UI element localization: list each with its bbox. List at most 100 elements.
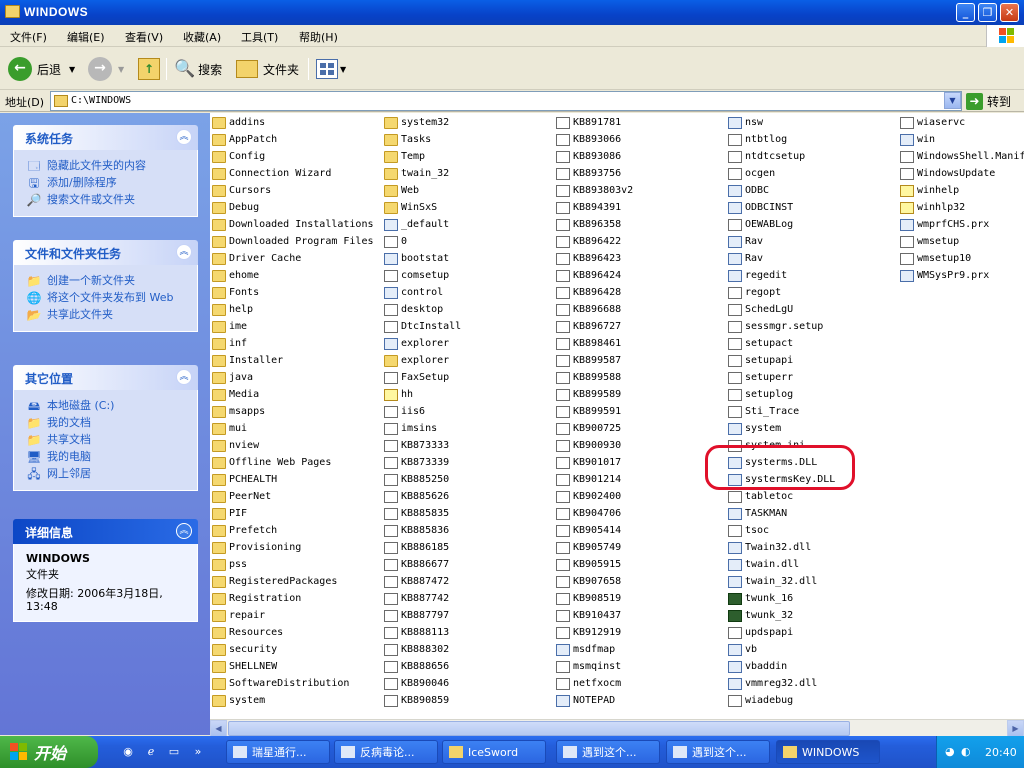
file-item[interactable]: hh <box>384 386 554 403</box>
file-item[interactable]: Debug <box>212 199 382 216</box>
collapse-icon[interactable]: ︽ <box>176 129 192 145</box>
file-item[interactable]: ocgen <box>728 165 898 182</box>
file-item[interactable]: wiadebug <box>728 692 898 709</box>
network-places-link[interactable]: 🖧 网上邻居 <box>26 467 197 481</box>
file-item[interactable]: KB901017 <box>556 454 726 471</box>
file-list[interactable]: addins AppPatch Config Connection Wizard Cur… <box>210 113 1024 719</box>
file-item[interactable]: KB908519 <box>556 590 726 607</box>
file-item[interactable]: Fonts <box>212 284 382 301</box>
file-item[interactable]: inf <box>212 335 382 352</box>
file-item[interactable]: KB888302 <box>384 641 554 658</box>
file-item[interactable]: KB896688 <box>556 301 726 318</box>
taskbar-button[interactable]: 瑞星通行... <box>226 740 330 764</box>
file-item[interactable]: ODBC <box>728 182 898 199</box>
file-item[interactable]: Rav <box>728 250 898 267</box>
file-item[interactable]: KB896428 <box>556 284 726 301</box>
file-item[interactable]: imsins <box>384 420 554 437</box>
file-item[interactable]: Downloaded Installations <box>212 216 382 233</box>
file-item[interactable]: vb <box>728 641 898 658</box>
file-item[interactable]: system32 <box>384 114 554 131</box>
file-item[interactable]: pss <box>212 556 382 573</box>
scroll-right-arrow[interactable]: ▶ <box>1007 720 1024 737</box>
file-item[interactable]: system <box>212 692 382 709</box>
file-item[interactable]: KB905749 <box>556 539 726 556</box>
horizontal-scrollbar[interactable]: ◀ ▶ <box>210 719 1024 737</box>
file-item[interactable]: Offline Web Pages <box>212 454 382 471</box>
file-item[interactable]: Temp <box>384 148 554 165</box>
file-item[interactable]: Rav <box>728 233 898 250</box>
search-button[interactable]: 🔍 搜索 <box>174 56 222 82</box>
file-item[interactable]: KB901214 <box>556 471 726 488</box>
collapse-icon[interactable]: ︽ <box>176 369 192 385</box>
file-item[interactable]: SHELLNEW <box>212 658 382 675</box>
file-item[interactable]: KB893066 <box>556 131 726 148</box>
new-folder-link[interactable]: 📁 创建一个新文件夹 <box>26 274 197 288</box>
back-button[interactable]: ← 后退 ▼ <box>8 56 75 82</box>
file-item[interactable]: Media <box>212 386 382 403</box>
file-item[interactable]: system <box>728 420 898 437</box>
file-item[interactable]: KB886185 <box>384 539 554 556</box>
close-button[interactable]: ✕ <box>1000 3 1019 22</box>
file-item[interactable]: KB893756 <box>556 165 726 182</box>
file-item[interactable]: FaxSetup <box>384 369 554 386</box>
file-item[interactable]: KB900725 <box>556 420 726 437</box>
collapse-icon[interactable]: ︽ <box>176 244 192 260</box>
file-item[interactable]: WMSysPr9.prx <box>900 267 1024 284</box>
tray-qq-icon[interactable]: ◕ <box>945 745 955 758</box>
file-item[interactable]: wmprfCHS.prx <box>900 216 1024 233</box>
menu-tools[interactable]: 工具(T) <box>241 29 278 45</box>
file-item[interactable]: winhelp <box>900 182 1024 199</box>
start-button[interactable]: 开始 <box>0 736 98 768</box>
file-item[interactable]: ntdtcsetup <box>728 148 898 165</box>
other-places-header[interactable]: 其它位置 ︽ <box>13 365 198 390</box>
file-item[interactable]: KB899589 <box>556 386 726 403</box>
hide-folder-contents-link[interactable]: 🗔 隐藏此文件夹的内容 <box>26 159 197 173</box>
file-item[interactable]: SchedLgU <box>728 301 898 318</box>
file-item[interactable]: Prefetch <box>212 522 382 539</box>
file-item[interactable]: Provisioning <box>212 539 382 556</box>
quicklaunch-folder-icon[interactable]: ▭ <box>166 744 182 760</box>
my-documents-link[interactable]: 📁 我的文档 <box>26 416 197 430</box>
title-bar[interactable]: WINDOWS _ ❐ ✕ <box>0 0 1024 25</box>
clock[interactable]: 20:40 <box>985 746 1017 759</box>
file-item[interactable]: twain_32 <box>384 165 554 182</box>
file-item[interactable]: KB888656 <box>384 658 554 675</box>
file-item[interactable]: win <box>900 131 1024 148</box>
file-item[interactable]: KB887472 <box>384 573 554 590</box>
file-item[interactable]: setupact <box>728 335 898 352</box>
maximize-button[interactable]: ❐ <box>978 3 997 22</box>
file-item[interactable]: AppPatch <box>212 131 382 148</box>
file-item[interactable]: Driver Cache <box>212 250 382 267</box>
file-item[interactable]: _default <box>384 216 554 233</box>
menu-view[interactable]: 查看(V) <box>125 29 163 45</box>
taskbar-button[interactable]: 遇到这个... <box>556 740 660 764</box>
file-item[interactable]: mui <box>212 420 382 437</box>
file-item[interactable]: KB899587 <box>556 352 726 369</box>
file-item[interactable]: updspapi <box>728 624 898 641</box>
file-item[interactable]: wiaservc <box>900 114 1024 131</box>
file-item[interactable]: WindowsUpdate <box>900 165 1024 182</box>
file-item[interactable]: tabletoc <box>728 488 898 505</box>
file-item[interactable]: tsoc <box>728 522 898 539</box>
file-item[interactable]: repair <box>212 607 382 624</box>
file-item[interactable]: KB905915 <box>556 556 726 573</box>
file-item[interactable]: Config <box>212 148 382 165</box>
file-item[interactable]: KB896423 <box>556 250 726 267</box>
file-item[interactable]: KB899591 <box>556 403 726 420</box>
file-item[interactable]: Cursors <box>212 182 382 199</box>
file-item[interactable]: regedit <box>728 267 898 284</box>
file-item[interactable]: KB896422 <box>556 233 726 250</box>
details-header[interactable]: 详细信息 ︽ <box>13 519 198 544</box>
file-item[interactable]: KB885835 <box>384 505 554 522</box>
file-item[interactable]: regopt <box>728 284 898 301</box>
file-item[interactable]: KB885626 <box>384 488 554 505</box>
file-item[interactable]: OEWABLog <box>728 216 898 233</box>
file-item[interactable]: twunk_16 <box>728 590 898 607</box>
file-item[interactable]: twain.dll <box>728 556 898 573</box>
file-item[interactable]: setuplog <box>728 386 898 403</box>
taskbar-button[interactable]: 反病毒论... <box>334 740 438 764</box>
file-item[interactable]: help <box>212 301 382 318</box>
file-item[interactable]: KB912919 <box>556 624 726 641</box>
file-item[interactable]: Connection Wizard <box>212 165 382 182</box>
file-item[interactable]: KB887797 <box>384 607 554 624</box>
